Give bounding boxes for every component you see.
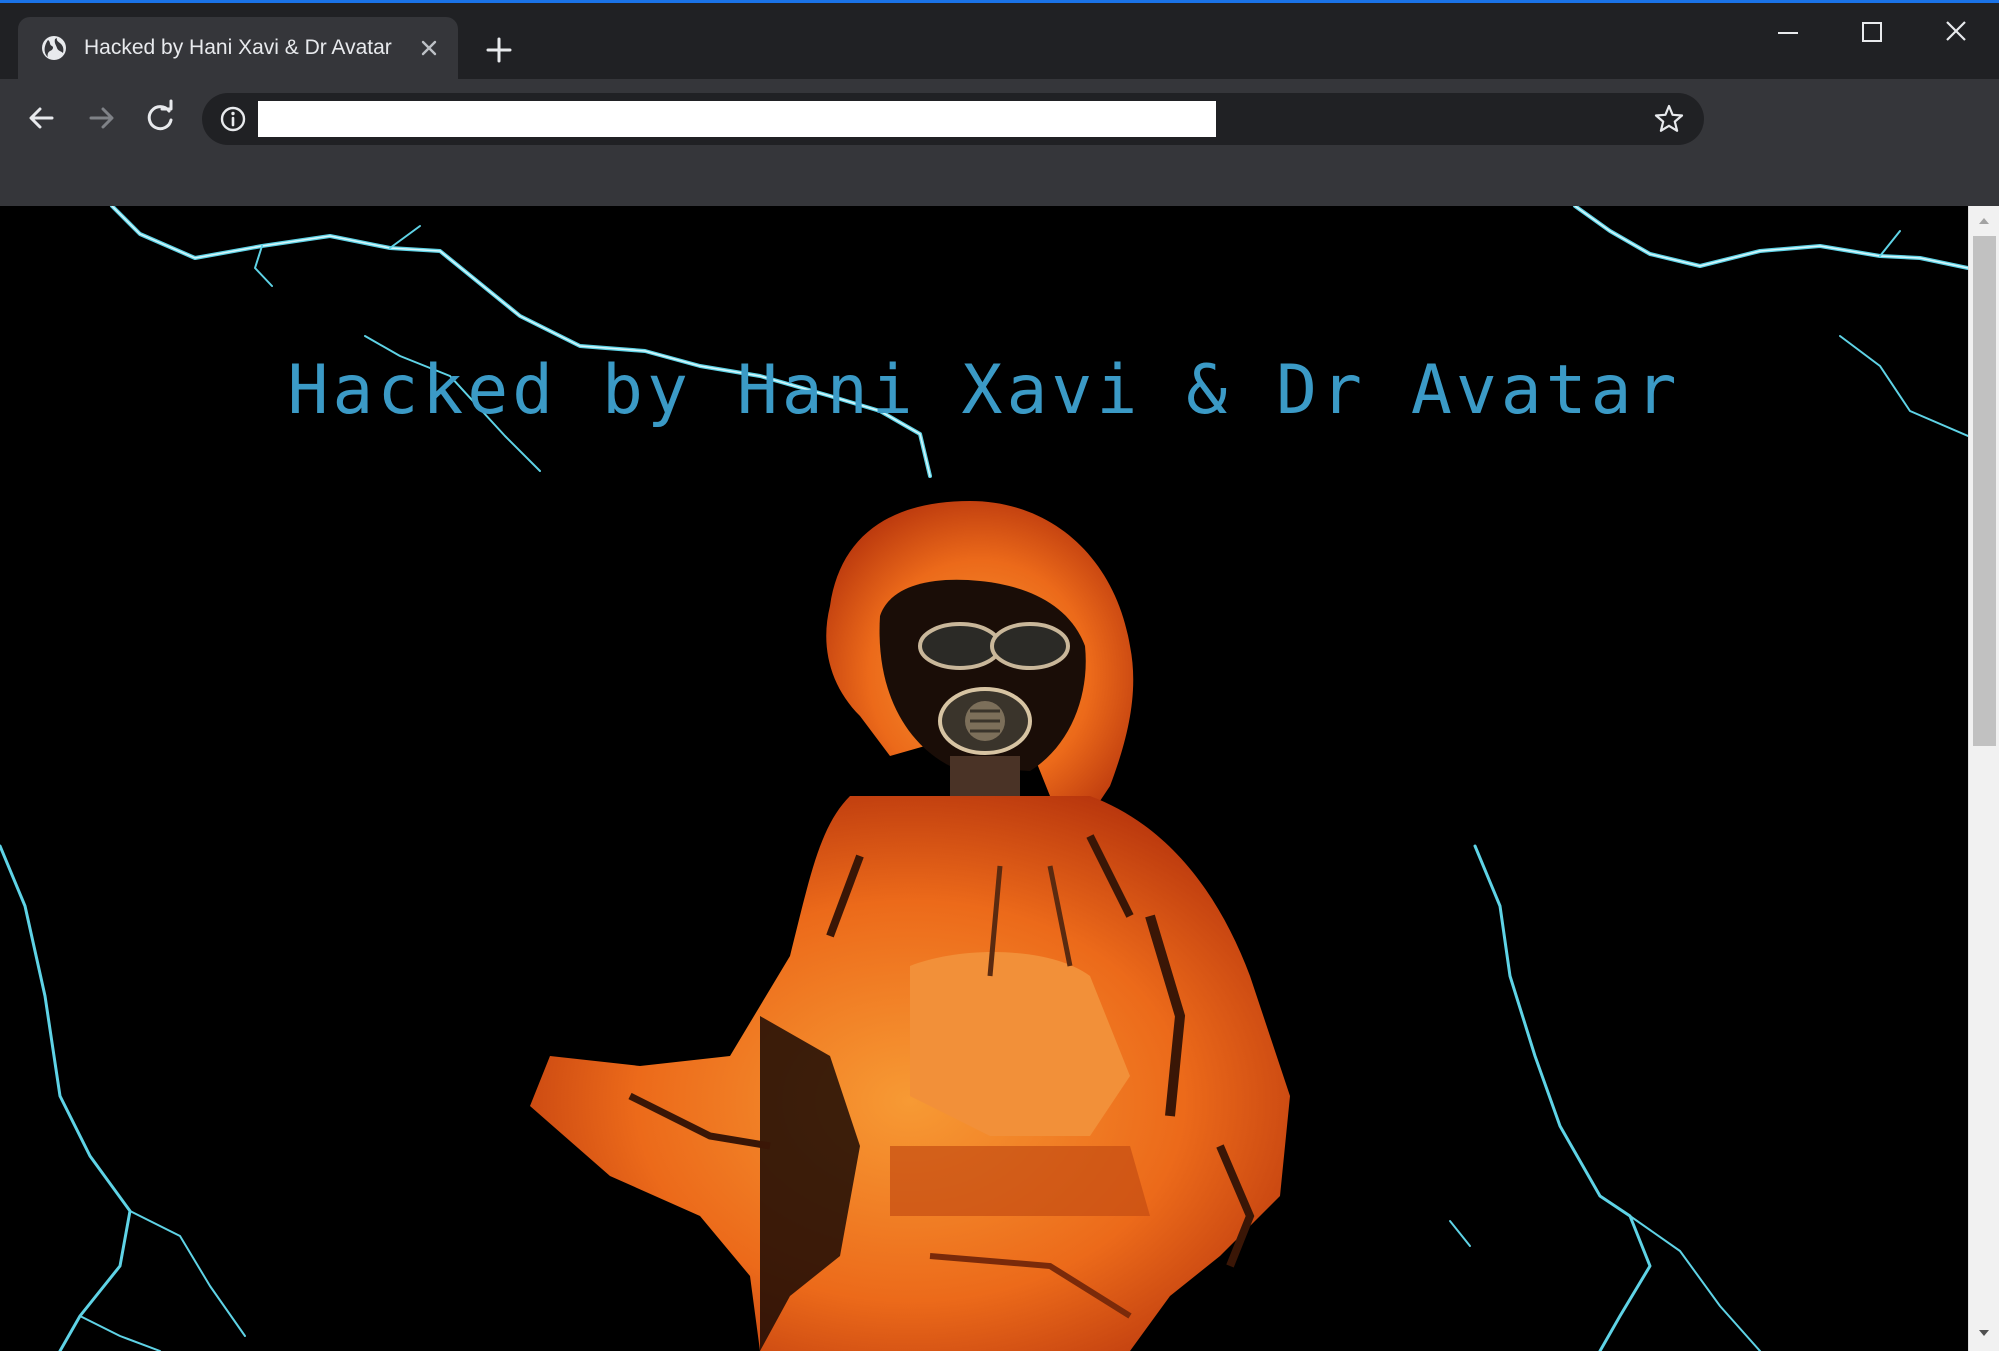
tab-active[interactable]: Hacked by Hani Xavi & Dr Avatar bbox=[18, 17, 458, 79]
vertical-scrollbar[interactable] bbox=[1968, 206, 1999, 1351]
maximize-icon[interactable] bbox=[1852, 15, 1892, 51]
globe-icon bbox=[42, 36, 66, 60]
page-viewport: Hacked by Hani Xavi & Dr Avatar bbox=[0, 206, 1968, 1351]
close-window-icon[interactable] bbox=[1936, 15, 1976, 51]
star-icon[interactable] bbox=[1652, 102, 1686, 136]
back-arrow-icon[interactable] bbox=[20, 96, 64, 140]
tab-strip: Hacked by Hani Xavi & Dr Avatar bbox=[0, 3, 1999, 79]
minimize-icon[interactable] bbox=[1768, 15, 1808, 51]
tab-close-icon[interactable] bbox=[416, 35, 442, 61]
reload-icon[interactable] bbox=[138, 96, 182, 140]
page-heading: Hacked by Hani Xavi & Dr Avatar bbox=[287, 351, 1681, 430]
browser-window: Hacked by Hani Xavi & Dr Avatar Hacked b… bbox=[0, 0, 1999, 1351]
info-icon[interactable] bbox=[218, 104, 248, 134]
forward-arrow-icon[interactable] bbox=[79, 96, 123, 140]
new-tab-icon[interactable] bbox=[482, 33, 516, 67]
hooded-figure-image bbox=[530, 501, 1290, 1351]
scrollbar-thumb[interactable] bbox=[1973, 236, 1996, 746]
scroll-up-arrow-icon[interactable] bbox=[1976, 214, 1992, 228]
browser-toolbar bbox=[0, 79, 1999, 226]
address-bar[interactable] bbox=[202, 93, 1704, 145]
tab-title: Hacked by Hani Xavi & Dr Avatar bbox=[84, 36, 392, 59]
url-input[interactable] bbox=[258, 101, 1216, 137]
scroll-down-arrow-icon[interactable] bbox=[1976, 1326, 1992, 1340]
